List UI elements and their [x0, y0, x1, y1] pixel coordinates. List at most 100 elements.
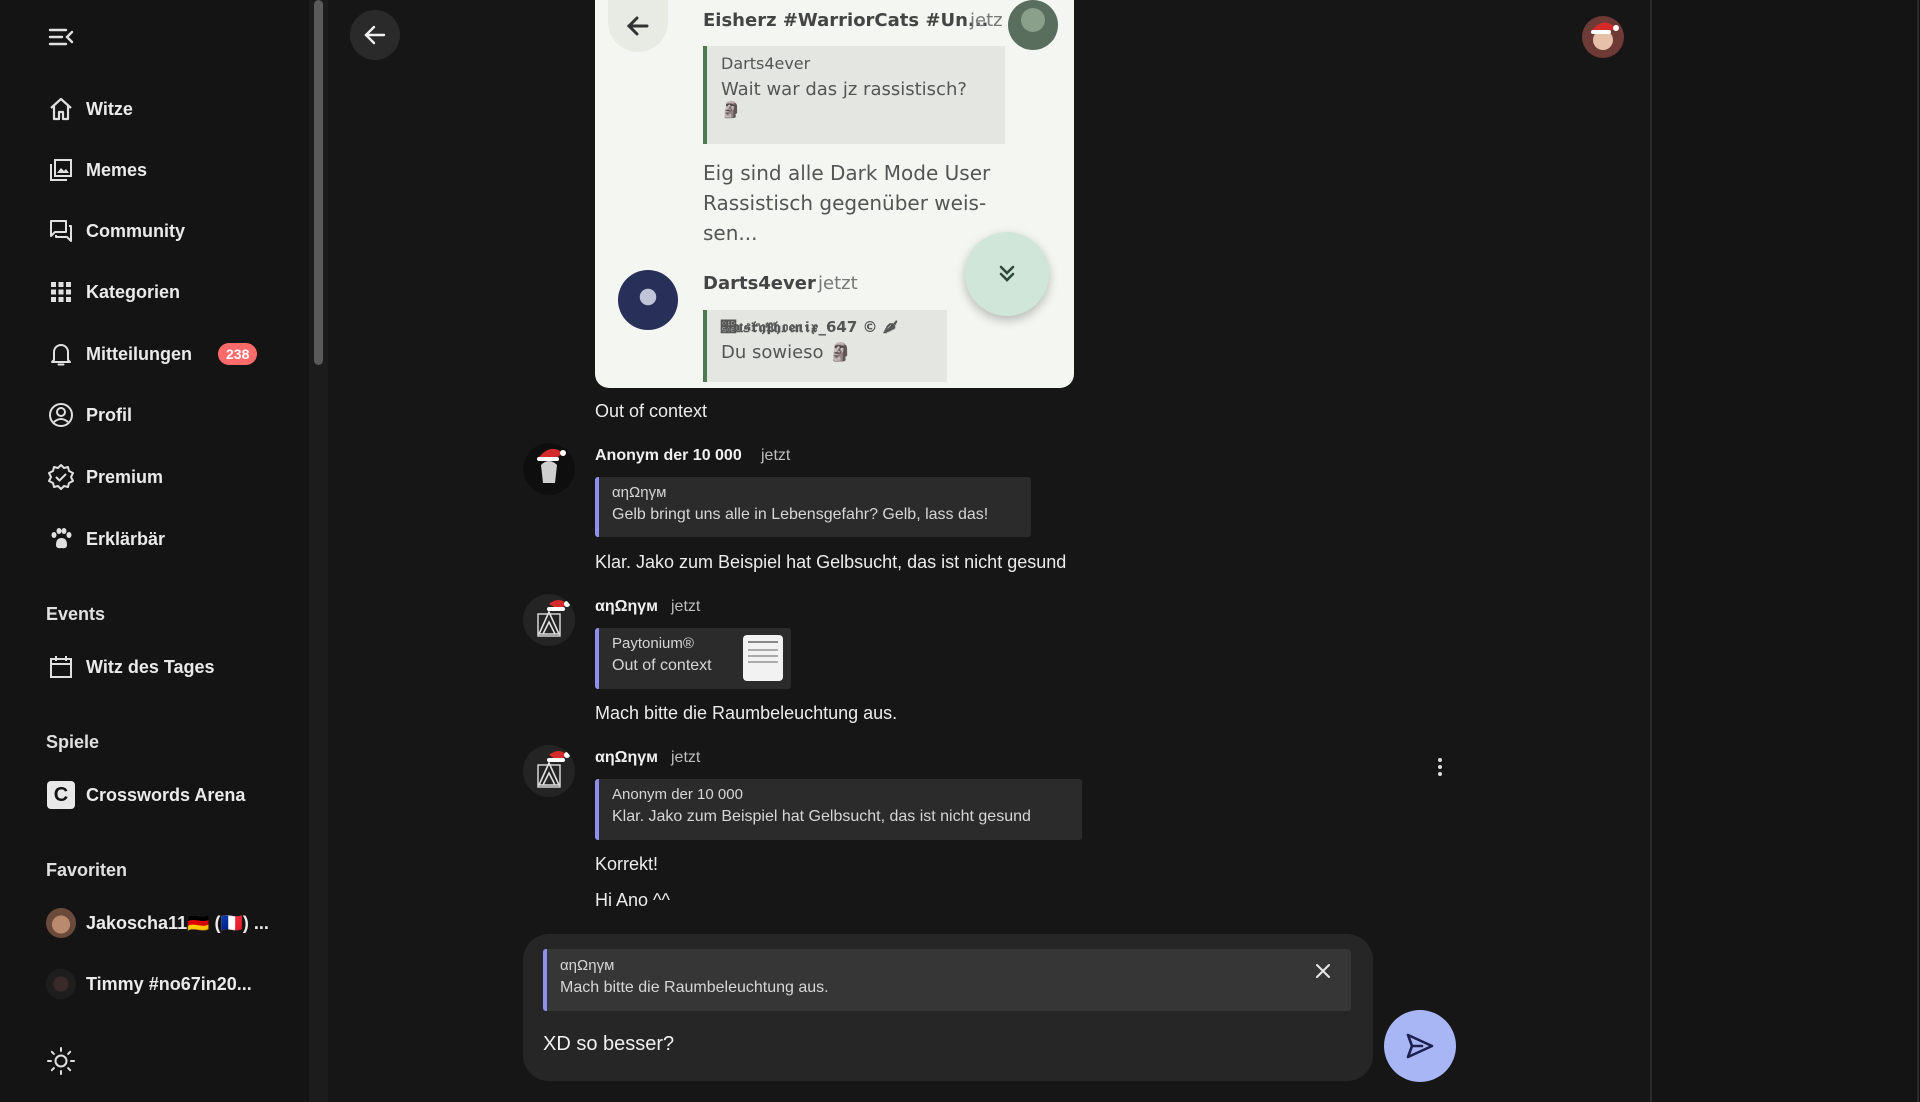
sidebar-item-profil[interactable]: Profil: [46, 395, 286, 435]
message-time: jetzt: [671, 598, 701, 615]
sidebar-item-label: Witz des Tages: [86, 656, 215, 677]
embedded-time: jetz: [970, 10, 1003, 31]
message-author[interactable]: αηΩηγм: [595, 749, 658, 767]
reply-preview: αηΩηγм Mach bitte die Raumbeleuchtung au…: [543, 949, 1351, 1011]
sidebar-item-label: Kategorien: [86, 281, 181, 302]
reply-quote[interactable]: Anonym der 10 000 Klar. Jako zum Beispie…: [595, 779, 1082, 840]
message-text: Klar. Jako zum Beispiel hat Gelbsucht, d…: [595, 552, 1067, 572]
sidebar-item-label: Witze: [86, 98, 133, 119]
favorite-item[interactable]: Timmy #no67in20...: [46, 964, 286, 1004]
message-author[interactable]: αηΩηγм: [595, 598, 658, 616]
message-text: Hi Ano ^^: [595, 890, 670, 910]
message-input[interactable]: [543, 1033, 1323, 1056]
embedded-quote-author: Darts4ever: [721, 54, 811, 73]
avatar[interactable]: [523, 594, 575, 646]
message-caption: Out of context: [595, 401, 708, 421]
embedded-body: Rassistisch gegenüber weis-: [703, 191, 987, 215]
crosswords-logo-icon: C: [46, 780, 76, 810]
right-panel: [1652, 0, 1920, 1102]
user-circle-icon: [46, 400, 76, 430]
menu-collapse-icon[interactable]: [46, 22, 76, 52]
section-title-favoriten: Favoriten: [46, 860, 128, 880]
message-time: jetzt: [671, 749, 701, 766]
scrollbar-track[interactable]: [1917, 0, 1919, 1102]
reply-preview-text: Mach bitte die Raumbeleuchtung aus.: [560, 979, 829, 996]
home-icon: [46, 94, 76, 124]
back-button[interactable]: [350, 10, 400, 60]
scroll-down-button: [965, 232, 1049, 316]
message-text: Mach bitte die Raumbeleuchtung aus.: [595, 703, 898, 723]
sidebar-item-label: Memes: [86, 159, 148, 180]
avatar[interactable]: [523, 443, 575, 495]
section-title-events: Events: [46, 604, 106, 624]
message-image[interactable]: Eisherz #WarriorCats #Un... jetz Darts4e…: [595, 0, 1074, 388]
more-options-icon[interactable]: [1432, 756, 1448, 778]
quote-author: Anonym der 10 000: [612, 786, 743, 803]
embedded-quote-author: 𝔋𝔲𝔰𝔨𝔶𝔓𝔥𝔬𝔢𝔫𝔦𝔵_647 © 🌶: [721, 318, 898, 336]
sidebar-item-label: Mitteilungen: [86, 343, 192, 364]
message-time: jetzt: [761, 447, 791, 464]
section-title-spiele: Spiele: [46, 732, 100, 752]
grid-icon: [46, 277, 76, 307]
send-button[interactable]: [1384, 1010, 1456, 1082]
close-icon[interactable]: [1311, 959, 1335, 983]
verified-badge-icon: [46, 462, 76, 492]
sidebar-item-erklaerbaer[interactable]: Erklärbär: [46, 519, 286, 559]
theme-toggle-sun-icon[interactable]: [46, 1046, 76, 1076]
quote-text: Gelb bringt uns alle in Lebensgefahr? Ge…: [612, 506, 989, 523]
avatar: [46, 908, 76, 938]
embedded-time: jetzt: [818, 273, 858, 294]
reply-quote[interactable]: Paytonium® Out of context: [595, 628, 791, 689]
message-text: Korrekt!: [595, 854, 659, 874]
favorite-item[interactable]: Jakoscha11🇩🇪 (🇫🇷) ...: [46, 903, 286, 943]
embedded-author: Darts4ever: [703, 273, 816, 294]
scroll-thumb[interactable]: [314, 0, 323, 365]
sidebar-item-label: Erklärbär: [86, 528, 166, 549]
sidebar-item-crosswords-arena[interactable]: C Crosswords Arena: [46, 775, 286, 815]
arrow-left-icon: [364, 25, 386, 45]
quote-thumbnail: [743, 635, 783, 681]
embedded-quote-emoji: 🗿: [721, 100, 741, 119]
embedded-quote-text: Wait war das jz rassistisch?: [721, 79, 967, 100]
quote-text: Klar. Jako zum Beispiel hat Gelbsucht, d…: [612, 808, 1031, 825]
sidebar-item-label: Community: [86, 220, 185, 241]
calendar-icon: [46, 652, 76, 682]
sidebar-item-community[interactable]: Community: [46, 211, 286, 251]
paw-icon: [46, 524, 76, 554]
chat-icon: [46, 216, 76, 246]
avatar: [46, 969, 76, 999]
sidebar: Witze Memes Community Kategorien Mitteil…: [0, 0, 309, 1102]
notification-count-badge: 238: [218, 343, 258, 365]
favorite-label: Timmy #no67in20...: [86, 973, 252, 994]
arrow-left-icon: [608, 0, 668, 52]
embedded-quote: 𝔋𝔲𝔰𝔨𝔶𝔓𝔥𝔬𝔢𝔫𝔦𝔵_647 © 🌶 Du sowieso 🗿: [703, 310, 947, 382]
embedded-body: sen...: [703, 221, 758, 245]
sidebar-item-label: Profil: [86, 404, 133, 425]
sidebar-item-premium[interactable]: Premium: [46, 457, 286, 497]
favorite-label: Jakoscha11🇩🇪 (🇫🇷) ...: [86, 912, 269, 933]
embedded-quote: Darts4ever Wait war das jz rassistisch? …: [703, 46, 1005, 144]
embedded-quote-text: Du sowieso 🗿: [721, 342, 852, 363]
sidebar-item-label: Crosswords Arena: [86, 784, 246, 805]
quote-author: αηΩηγм: [612, 484, 667, 501]
sidebar-item-witze[interactable]: Witze: [46, 89, 286, 129]
reply-preview-author: αηΩηγм: [560, 957, 615, 974]
reply-quote[interactable]: αηΩηγм Gelb bringt uns alle in Lebensgef…: [595, 477, 1031, 537]
bell-icon: [46, 339, 76, 369]
sidebar-item-witz-des-tages[interactable]: Witz des Tages: [46, 647, 286, 687]
sidebar-item-label: Premium: [86, 466, 164, 487]
message-author[interactable]: Anonym der 10 000: [595, 447, 742, 465]
sidebar-item-memes[interactable]: Memes: [46, 150, 286, 190]
send-icon: [1406, 1033, 1434, 1059]
sidebar-scrollbar[interactable]: [309, 0, 328, 1102]
avatar: [1008, 0, 1058, 50]
avatar: [618, 270, 678, 330]
embedded-body: Eig sind alle Dark Mode User: [703, 161, 991, 185]
current-user-avatar[interactable]: [1582, 16, 1624, 58]
message-composer: αηΩηγм Mach bitte die Raumbeleuchtung au…: [523, 934, 1373, 1081]
sidebar-item-kategorien[interactable]: Kategorien: [46, 272, 286, 312]
avatar[interactable]: [523, 745, 575, 797]
embedded-author: Eisherz #WarriorCats #Un...: [703, 10, 989, 31]
sidebar-item-mitteilungen[interactable]: Mitteilungen 238: [46, 334, 286, 374]
image-gallery-icon: [46, 155, 76, 185]
